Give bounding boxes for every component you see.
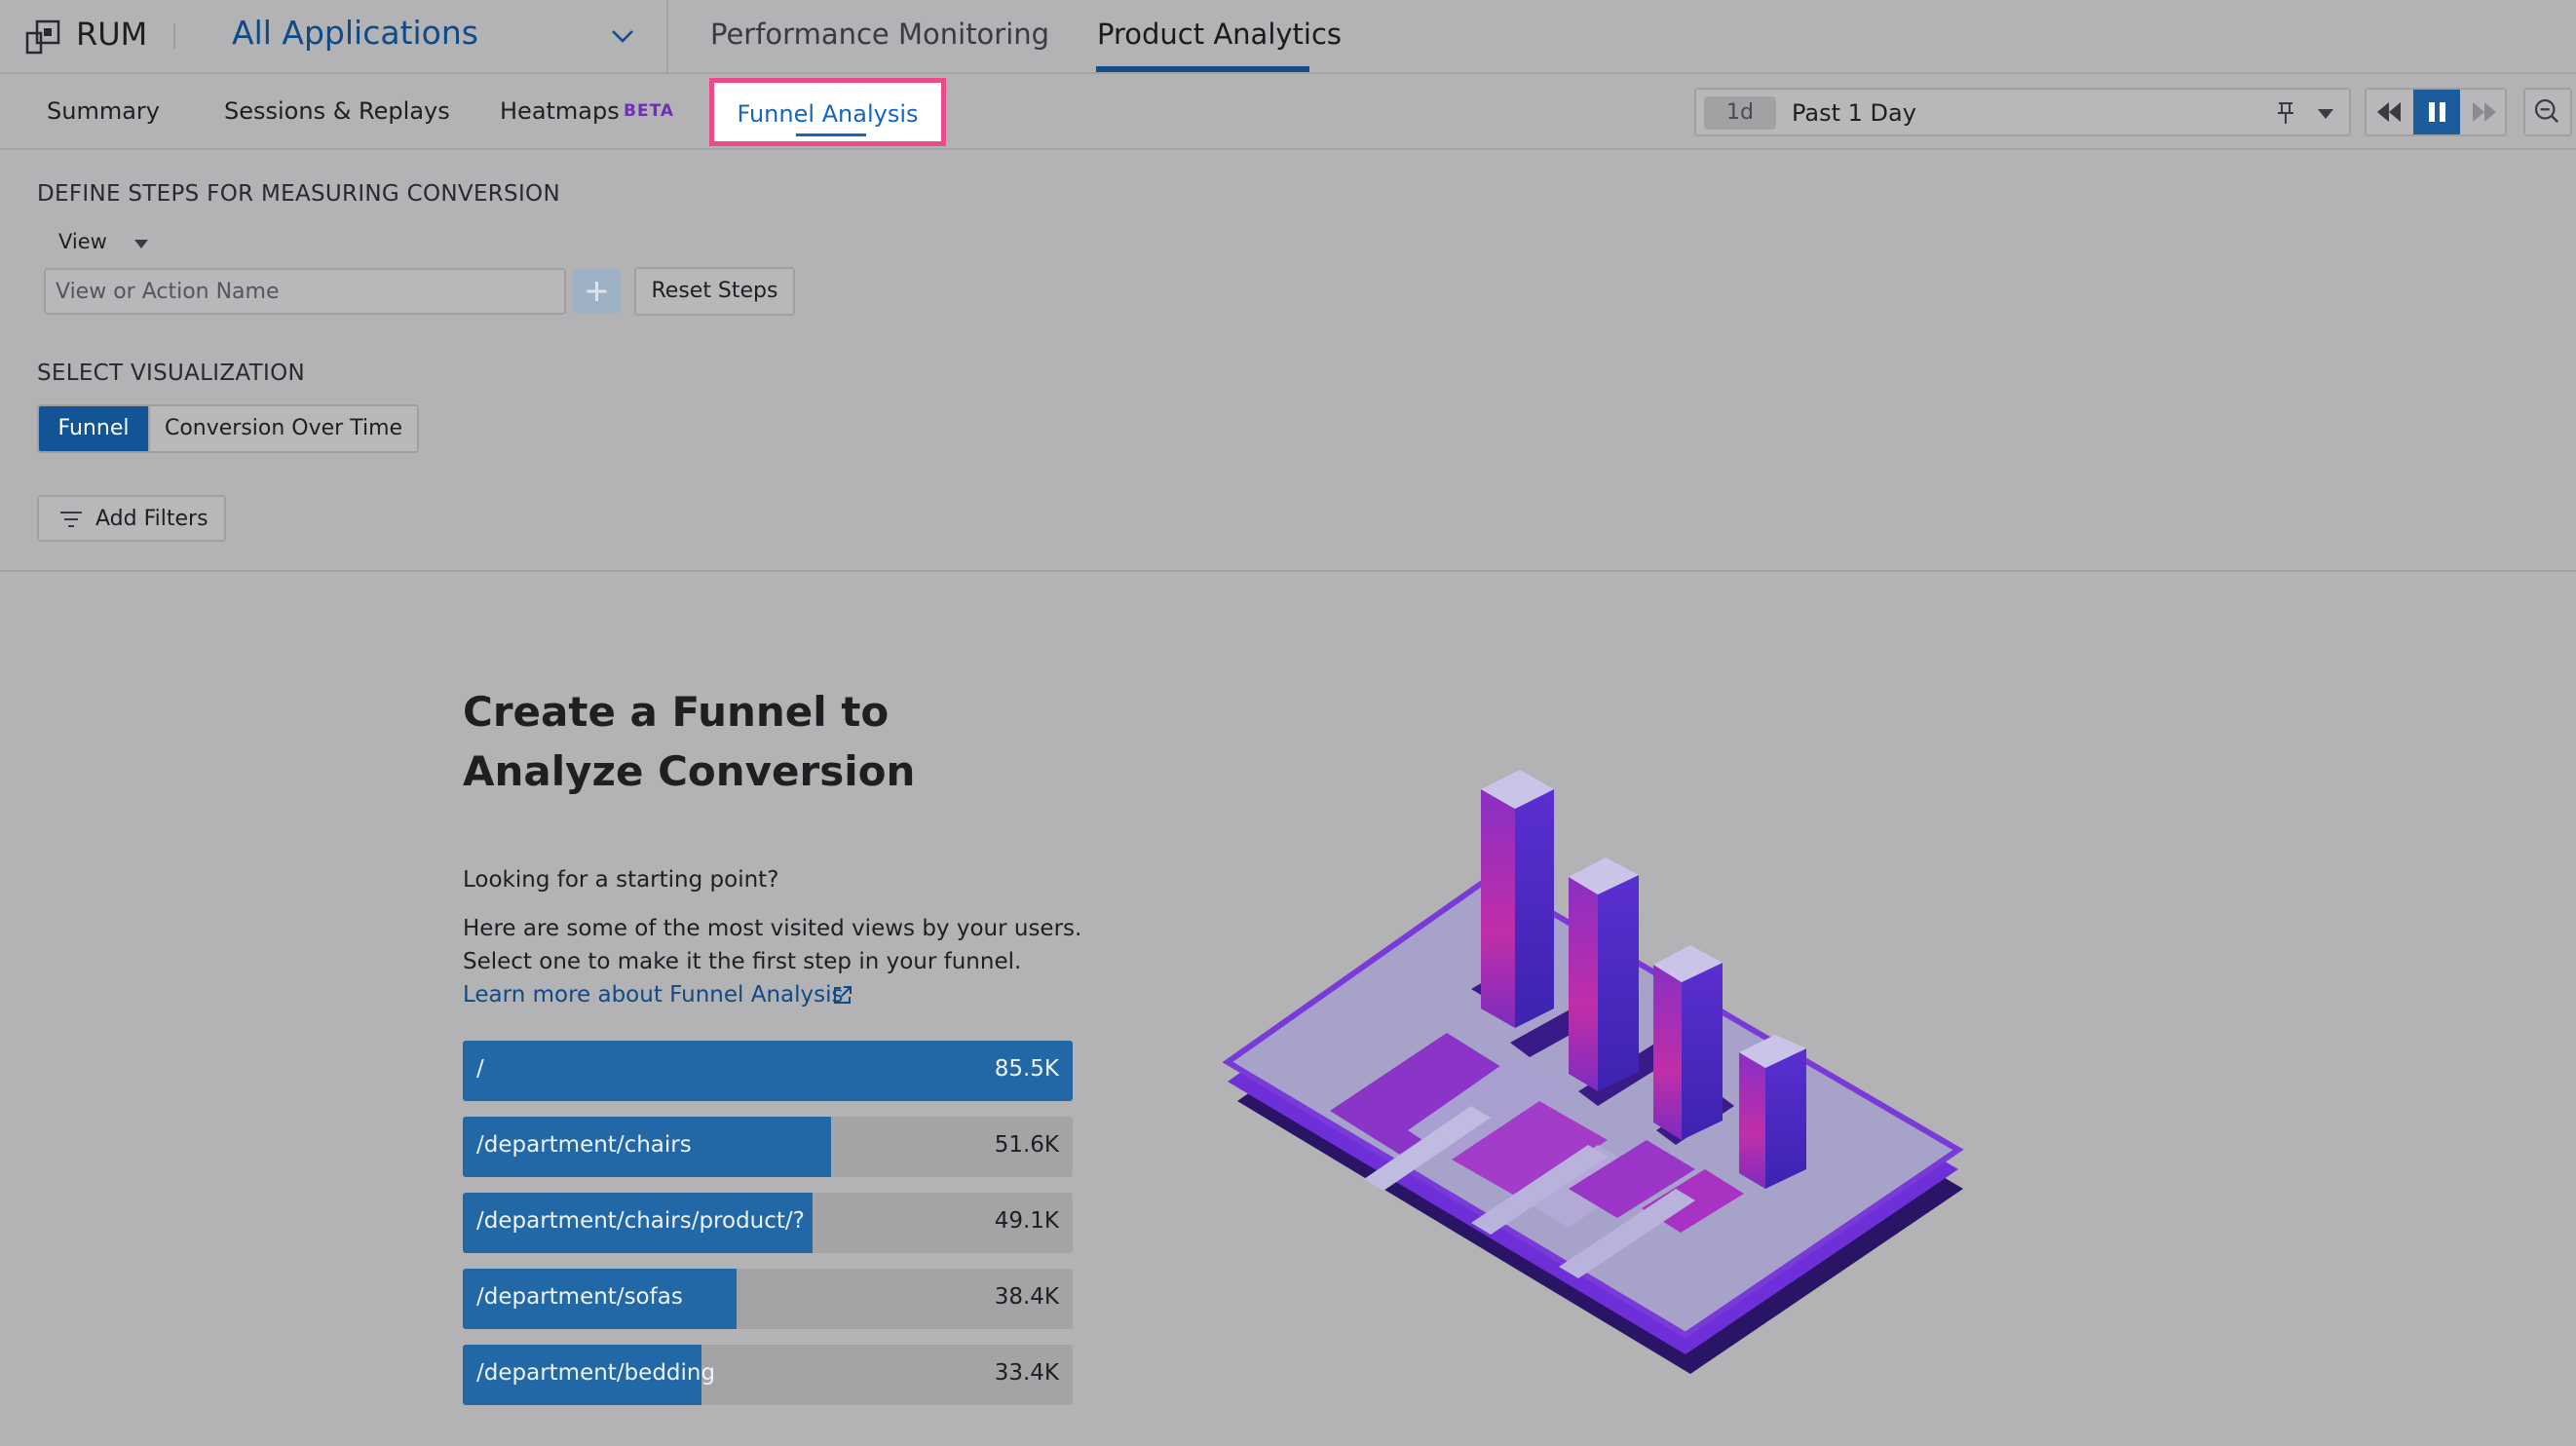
view-bar-fill bbox=[463, 1041, 1073, 1101]
step-type-select[interactable]: View bbox=[58, 230, 107, 253]
pin-icon[interactable] bbox=[2275, 100, 2296, 126]
nav-separator bbox=[666, 0, 668, 74]
funnel-chart-illustration bbox=[1222, 770, 1964, 1374]
view-row[interactable]: /department/chairs/product/? 49.1K bbox=[463, 1193, 1073, 1253]
view-count: 38.4K bbox=[994, 1284, 1059, 1310]
view-name: /department/chairs/product/? bbox=[476, 1208, 805, 1234]
view-name: /department/chairs bbox=[476, 1132, 692, 1158]
caret-down-icon[interactable] bbox=[133, 240, 149, 249]
view-name: /department/bedding bbox=[476, 1360, 716, 1386]
view-count: 85.5K bbox=[994, 1056, 1059, 1082]
learn-more-link[interactable]: Learn more about Funnel Analysis bbox=[463, 982, 843, 1008]
time-range-picker[interactable]: 1d Past 1 Day bbox=[1694, 88, 2351, 136]
beta-badge: BETA bbox=[624, 101, 675, 121]
step-name-input[interactable] bbox=[44, 268, 566, 315]
view-count: 49.1K bbox=[994, 1208, 1059, 1234]
add-step-button[interactable] bbox=[573, 269, 621, 314]
add-filters-label: Add Filters bbox=[95, 507, 208, 531]
add-filters-button[interactable]: Add Filters bbox=[37, 495, 226, 542]
time-range-badge: 1d bbox=[1704, 96, 1776, 130]
title-divider bbox=[173, 23, 175, 49]
zoom-out-icon[interactable] bbox=[2523, 88, 2572, 136]
empty-state-description-2: Select one to make it the first step in … bbox=[463, 949, 1022, 974]
time-range-label: Past 1 Day bbox=[1792, 99, 1916, 127]
tab-sessions-replays[interactable]: Sessions & Replays bbox=[224, 97, 450, 125]
tab-summary[interactable]: Summary bbox=[47, 97, 160, 125]
view-count: 51.6K bbox=[994, 1132, 1059, 1158]
define-steps-heading: DEFINE STEPS FOR MEASURING CONVERSION bbox=[37, 181, 560, 207]
visualization-toggle: Funnel Conversion Over Time bbox=[37, 404, 419, 453]
external-link-icon[interactable] bbox=[832, 984, 853, 1006]
sub-navigation: Summary Sessions & Replays Heatmaps BETA… bbox=[0, 74, 2576, 150]
top-navigation: RUM All Applications Performance Monitor… bbox=[0, 0, 2576, 74]
pause-icon[interactable] bbox=[2413, 90, 2460, 134]
reset-steps-button[interactable]: Reset Steps bbox=[634, 267, 795, 316]
panel-divider bbox=[0, 570, 2576, 572]
view-name: /department/sofas bbox=[476, 1284, 683, 1310]
chevron-down-icon[interactable] bbox=[610, 25, 635, 47]
tab-funnel-analysis[interactable]: Funnel Analysis bbox=[709, 78, 946, 146]
tab-funnel-analysis-label: Funnel Analysis bbox=[737, 100, 919, 128]
rum-app-icon bbox=[25, 19, 60, 55]
viz-option-conversion-over-time[interactable]: Conversion Over Time bbox=[148, 406, 417, 451]
view-row[interactable]: /department/bedding 33.4K bbox=[463, 1345, 1073, 1405]
empty-state-title: Create a Funnel to Analyze Conversion bbox=[463, 688, 916, 795]
rewind-icon[interactable] bbox=[2367, 90, 2413, 134]
active-tab-indicator bbox=[1096, 66, 1309, 72]
viz-option-funnel[interactable]: Funnel bbox=[39, 406, 148, 451]
view-count: 33.4K bbox=[994, 1360, 1059, 1386]
application-selector[interactable]: All Applications bbox=[232, 14, 478, 52]
empty-state-description-1: Here are some of the most visited views … bbox=[463, 916, 1082, 941]
caret-down-icon[interactable] bbox=[2318, 109, 2333, 119]
tab-heatmaps[interactable]: Heatmaps bbox=[500, 97, 620, 125]
fast-forward-icon[interactable] bbox=[2460, 90, 2507, 134]
tab-performance-monitoring[interactable]: Performance Monitoring bbox=[710, 18, 1049, 51]
playback-controls bbox=[2365, 88, 2507, 136]
tab-product-analytics[interactable]: Product Analytics bbox=[1097, 18, 1342, 51]
view-row[interactable]: /department/chairs 51.6K bbox=[463, 1117, 1073, 1177]
view-row[interactable]: / 85.5K bbox=[463, 1041, 1073, 1101]
product-title: RUM bbox=[76, 16, 148, 53]
starting-point-prompt: Looking for a starting point? bbox=[463, 867, 779, 893]
view-row[interactable]: /department/sofas 38.4K bbox=[463, 1269, 1073, 1329]
filter-icon bbox=[60, 512, 82, 527]
select-visualization-heading: SELECT VISUALIZATION bbox=[37, 361, 306, 386]
view-name: / bbox=[476, 1056, 484, 1082]
active-subtab-indicator bbox=[796, 133, 866, 136]
